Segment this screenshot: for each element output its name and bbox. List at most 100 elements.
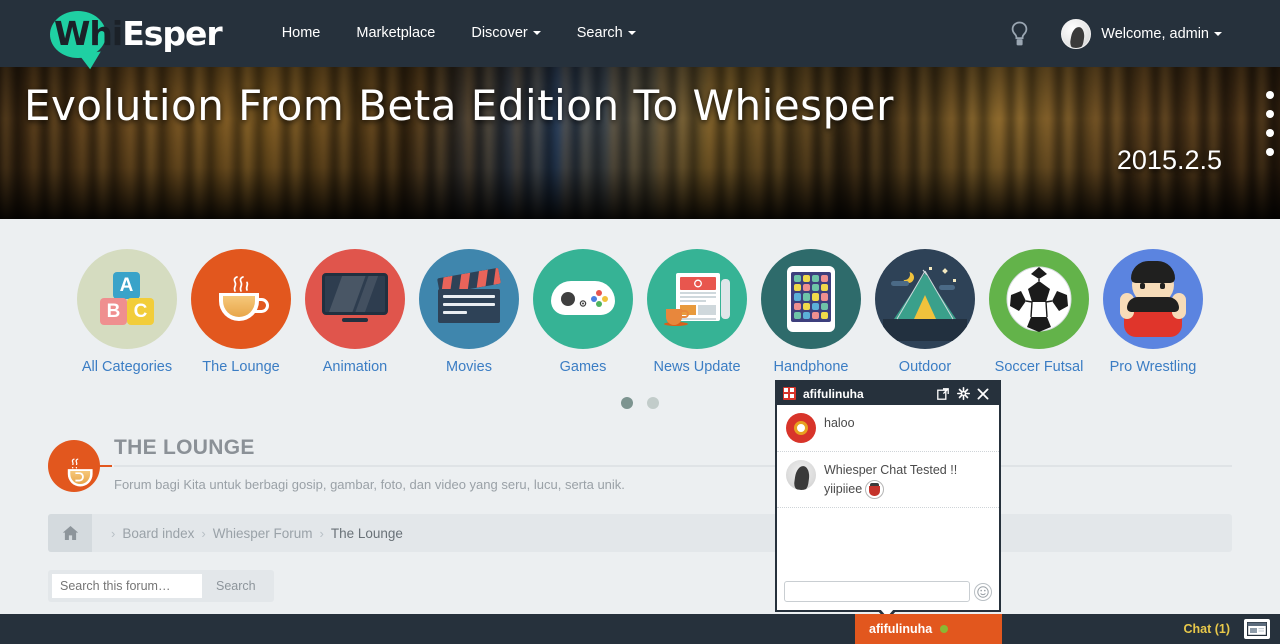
chat-message-list[interactable]: haloo Whiesper Chat Tested !! yiipiiee	[777, 405, 999, 576]
category-item-all-categories[interactable]: A B C All Categories	[77, 249, 177, 375]
hero-slider-dot[interactable]	[1266, 148, 1274, 156]
category-label: Animation	[322, 359, 388, 375]
chat-user-tab-label: afifulinuha	[869, 622, 933, 636]
nav-link-search-label: Search	[576, 25, 623, 41]
breadcrumb-item-the-lounge[interactable]: The Lounge	[331, 526, 403, 541]
category-label: Pro Wrestling	[1109, 359, 1197, 375]
nav-link-marketplace[interactable]: Marketplace	[338, 0, 453, 67]
close-icon[interactable]	[973, 384, 993, 404]
category-item-animation[interactable]: Animation	[305, 249, 405, 375]
tent-icon	[875, 249, 975, 349]
abc-blocks-icon: A B C	[77, 249, 177, 349]
chat-message-text: Whiesper Chat Tested !!	[824, 463, 958, 477]
soccer-ball-icon	[989, 249, 1089, 349]
online-status-dot	[940, 625, 949, 633]
breadcrumb-item-board-index[interactable]: Board index	[122, 526, 194, 541]
nav-link-home[interactable]: Home	[264, 0, 339, 67]
clapperboard-icon	[419, 249, 519, 349]
category-item-pro-wrestling[interactable]: Pro Wrestling	[1103, 249, 1203, 375]
carousel-dot-2[interactable]	[647, 397, 659, 409]
chat-message-text: haloo	[824, 416, 855, 430]
welcome-label: Welcome, admin	[1101, 25, 1209, 42]
chat-bottom-bar: afifulinuha Chat (1)	[0, 614, 1280, 644]
category-item-handphone[interactable]: Handphone	[761, 249, 861, 375]
chat-user-tab[interactable]: afifulinuha	[855, 614, 1002, 644]
coffee-cup-icon	[191, 249, 291, 349]
page-title: THE LOUNGE	[114, 436, 255, 459]
carousel-dot-1[interactable]	[621, 397, 633, 409]
chat-window-header[interactable]: afifulinuha	[777, 382, 999, 405]
chat-message-text: yiipiiee	[824, 482, 863, 496]
category-label: All Categories	[81, 359, 173, 375]
shocked-emoticon-icon	[865, 480, 885, 500]
gamepad-icon	[533, 249, 633, 349]
hero-title: Evolution From Beta Edition To Whiesper	[24, 81, 894, 130]
search-input[interactable]	[52, 574, 202, 598]
logo-text-esper: Esper	[122, 14, 222, 53]
category-label: The Lounge	[202, 359, 280, 375]
breadcrumb-list: › Board index › Whiesper Forum › The Lou…	[92, 526, 403, 541]
category-label: Games	[559, 359, 607, 375]
home-icon[interactable]	[48, 514, 92, 552]
breadcrumb-item-whiesper-forum[interactable]: Whiesper Forum	[213, 526, 313, 541]
smiley-icon[interactable]	[974, 582, 992, 601]
lightbulb-icon[interactable]	[1010, 21, 1029, 47]
chat-input[interactable]	[784, 581, 970, 602]
forum-search-row: Search	[48, 570, 1232, 602]
chevron-down-icon	[532, 31, 541, 36]
gear-icon[interactable]	[953, 384, 973, 404]
forum-description: Forum bagi Kita untuk berbagi gosip, gam…	[114, 477, 625, 492]
category-item-games[interactable]: Games	[533, 249, 633, 375]
breadcrumb: › Board index › Whiesper Forum › The Lou…	[48, 514, 1232, 552]
user-thumbnail-icon	[783, 387, 796, 400]
steam-icon	[233, 276, 249, 292]
category-item-outdoor[interactable]: Outdoor	[875, 249, 975, 375]
category-item-the-lounge[interactable]: The Lounge	[191, 249, 291, 375]
chat-message: Whiesper Chat Tested !! yiipiiee	[777, 452, 999, 509]
nav-link-discover[interactable]: Discover	[453, 0, 558, 67]
chevron-down-icon	[1214, 31, 1222, 36]
tent-ropes	[896, 269, 954, 320]
breadcrumb-separator: ›	[201, 525, 206, 541]
popout-icon[interactable]	[933, 384, 953, 404]
avatar	[786, 460, 816, 490]
site-logo[interactable]: WhiEsper	[48, 5, 223, 63]
category-label: News Update	[653, 359, 741, 375]
chat-message: haloo	[777, 405, 999, 452]
chat-count-label[interactable]: Chat (1)	[1183, 622, 1230, 636]
category-item-soccer-futsal[interactable]: Soccer Futsal	[989, 249, 1089, 375]
chat-window-title: afifulinuha	[803, 386, 864, 401]
category-label: Soccer Futsal	[994, 359, 1084, 375]
category-item-news-update[interactable]: News Update	[647, 249, 747, 375]
soccer-ball-svg	[1006, 266, 1072, 332]
hero-slider-dot[interactable]	[1266, 110, 1274, 118]
hero-date: 2015.2.5	[1116, 145, 1222, 175]
chevron-down-icon	[627, 31, 636, 36]
nav-link-home-label: Home	[281, 25, 321, 41]
hero-slider-dot[interactable]	[1266, 129, 1274, 137]
user-menu[interactable]: Welcome, admin	[1061, 18, 1222, 49]
nav-links: Home Marketplace Discover Search	[264, 0, 654, 67]
forum-section: THE LOUNGE Forum bagi Kita untuk berbagi…	[0, 434, 1280, 602]
top-navbar: WhiEsper Home Marketplace Discover Searc…	[0, 0, 1280, 67]
category-strip: A B C All Categories The Lounge Animatio…	[0, 219, 1280, 434]
category-label: Outdoor	[898, 359, 952, 375]
chat-window: afifulinuha haloo Whiesper Chat Tested !…	[775, 380, 1001, 621]
chat-input-row	[777, 576, 999, 610]
search-button[interactable]: Search	[202, 574, 270, 598]
page-root: WhiEsper Home Marketplace Discover Searc…	[0, 0, 1280, 644]
breadcrumb-separator: ›	[111, 525, 116, 541]
category-label: Movies	[446, 359, 492, 375]
hero-banner: Evolution From Beta Edition To Whiesper …	[0, 67, 1280, 219]
category-row: A B C All Categories The Lounge Animatio…	[0, 249, 1280, 375]
avatar	[786, 413, 816, 443]
newspaper-icon	[647, 249, 747, 349]
hero-slider-dot[interactable]	[1266, 91, 1274, 99]
forum-search-box: Search	[48, 570, 274, 602]
wrestler-icon	[1103, 249, 1203, 349]
window-icon[interactable]	[1244, 619, 1270, 639]
nav-link-search[interactable]: Search	[559, 0, 654, 67]
category-item-movies[interactable]: Movies	[419, 249, 519, 375]
category-label: Handphone	[773, 359, 849, 375]
television-icon	[305, 249, 405, 349]
